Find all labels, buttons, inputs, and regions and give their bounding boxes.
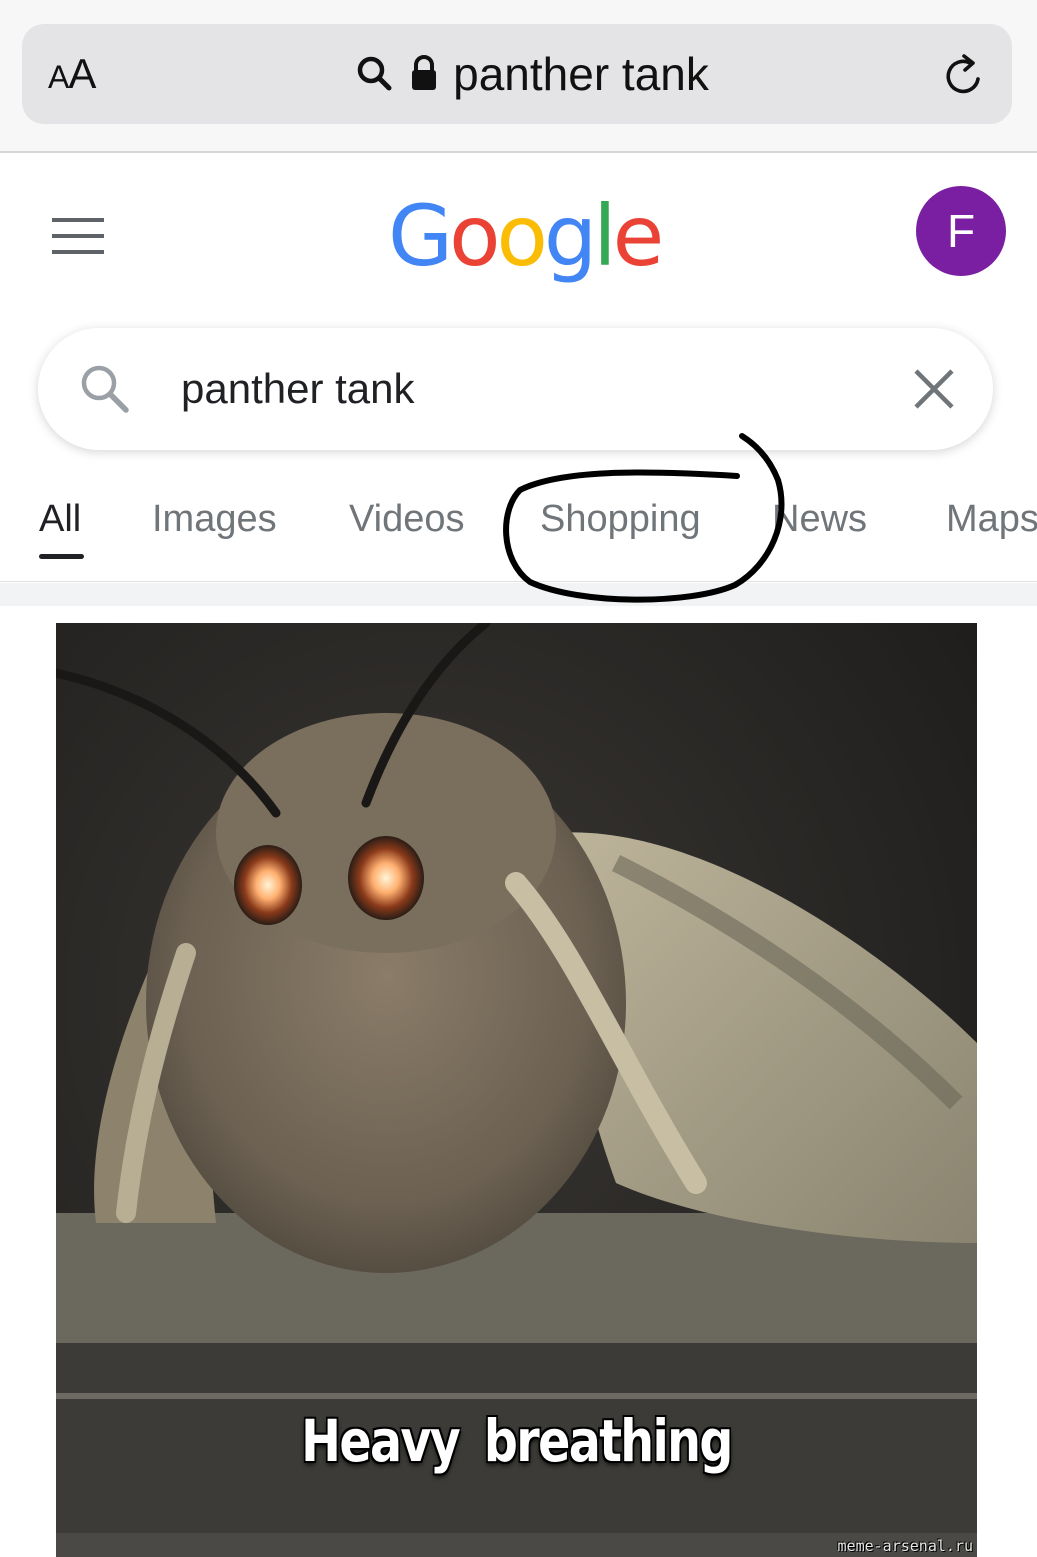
hamburger-menu-icon[interactable] [52,216,104,256]
close-icon[interactable] [911,366,957,412]
search-input[interactable] [181,358,781,420]
google-logo[interactable]: Google [388,186,665,286]
active-tab-indicator [39,554,84,559]
result-image[interactable]: Heavy breathing meme-arsenal.ru [56,623,977,1557]
search-icon[interactable] [78,362,132,416]
reload-icon[interactable] [940,52,988,100]
tab-shopping[interactable]: Shopping [540,496,701,542]
search-box[interactable] [38,328,993,450]
lock-icon [412,55,437,90]
tab-news[interactable]: News [772,496,867,542]
results-separator [0,583,1037,606]
logo-letter: g [543,187,597,285]
tab-images[interactable]: Images [152,496,277,542]
tab-all[interactable]: All [39,496,81,542]
meme-caption: Heavy breathing [301,1407,733,1475]
tab-maps[interactable]: Maps [946,496,1037,542]
url-text: panther tank [453,48,709,100]
logo-letter: o [496,187,548,285]
address-bar[interactable]: AA panther tank [22,24,1012,124]
search-icon [357,56,392,91]
logo-letter: G [388,187,453,285]
logo-letter: l [593,187,616,285]
logo-letter: e [612,187,665,285]
url-display[interactable]: panther tank [22,46,1012,102]
browser-toolbar: AA panther tank [0,0,1037,153]
watermark: meme-arsenal.ru [837,1537,973,1555]
tab-videos[interactable]: Videos [349,496,465,542]
logo-letter: o [449,187,500,285]
search-tabs: All Images Videos Shopping News Maps [0,470,1037,582]
account-avatar[interactable]: F [916,186,1006,276]
